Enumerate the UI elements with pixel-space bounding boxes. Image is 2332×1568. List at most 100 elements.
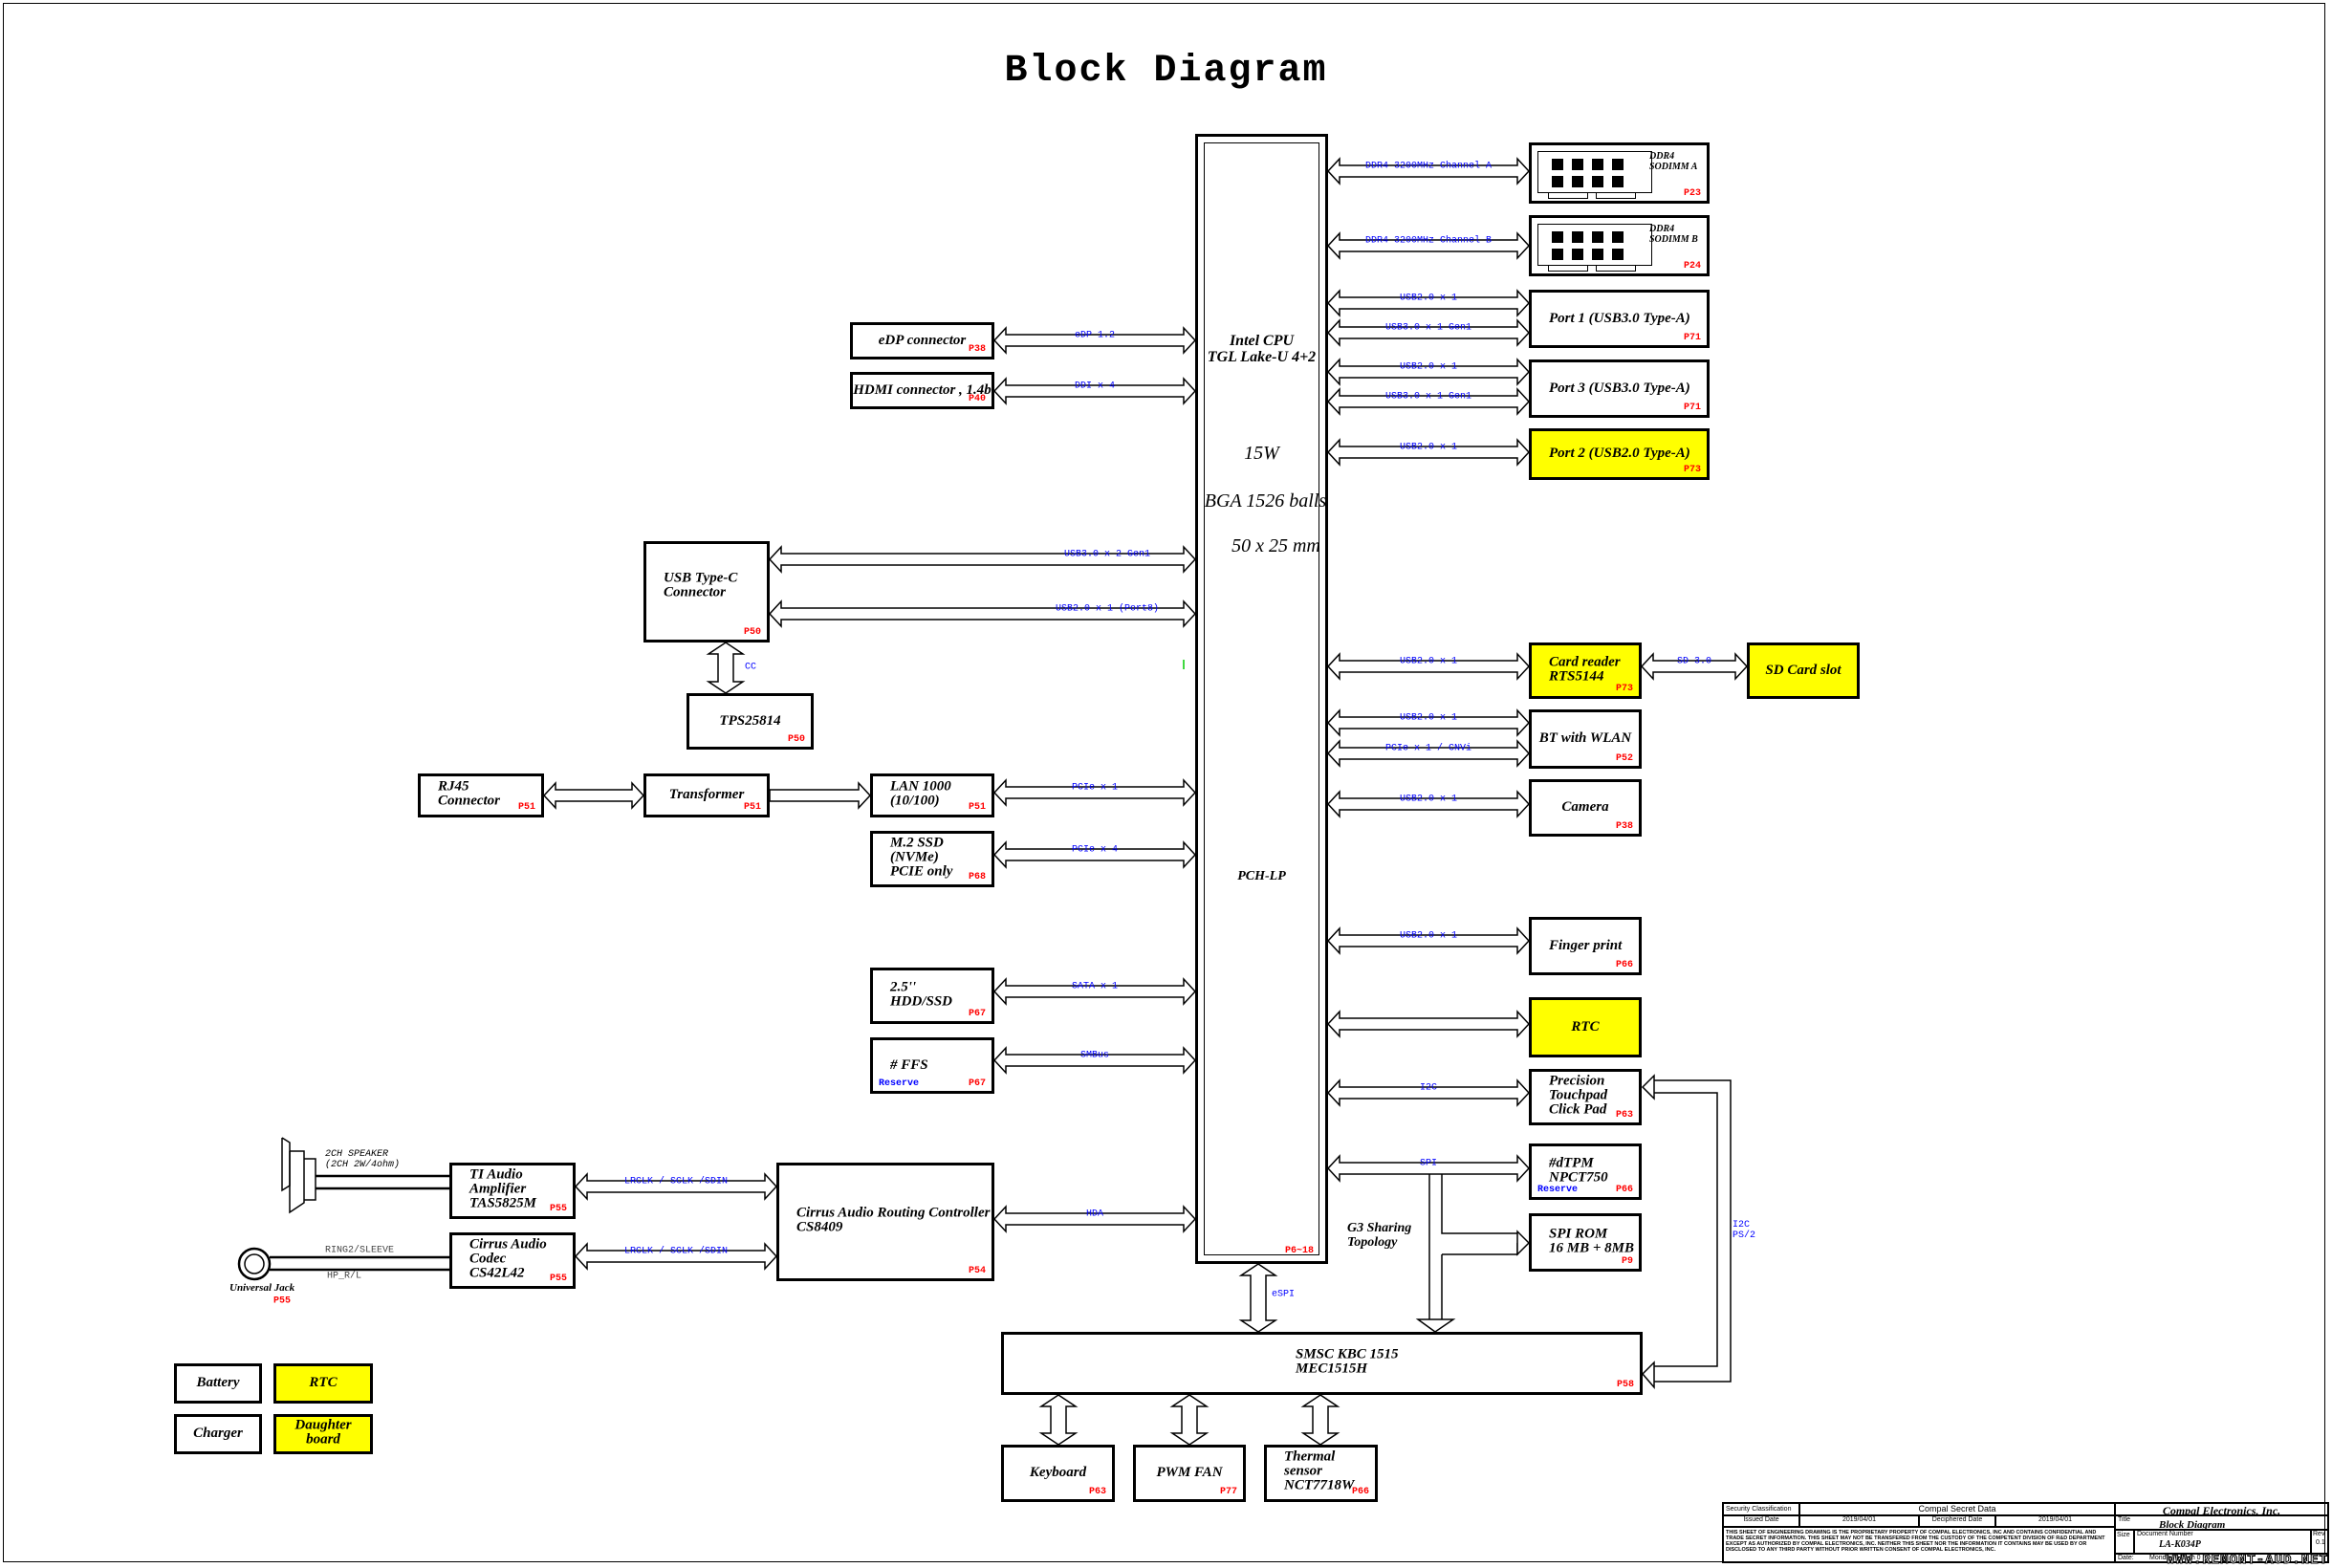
memory-module-icon: [1537, 224, 1652, 272]
speaker-spec-line: (2CH 2W/4ohm): [325, 1160, 401, 1170]
block-ddr-b[interactable]: DDR4 SODIMM B P24: [1529, 215, 1710, 276]
block-hdd[interactable]: 2.5'' HDD/SSD P67: [870, 968, 994, 1024]
block-rtc[interactable]: RTC: [1529, 997, 1642, 1057]
block-amp[interactable]: TI Audio Amplifier TAS5825M P55: [449, 1163, 576, 1219]
memory-chip: [1592, 176, 1603, 187]
block-spirom[interactable]: SPI ROM 16 MB + 8MB P9: [1529, 1213, 1642, 1272]
memory-chip: [1572, 249, 1583, 260]
i2c-ps2-loop-inner: [1654, 1092, 1718, 1367]
block-label-line: RTS5144: [1549, 668, 1604, 684]
block-ffs[interactable]: # FFS P67 Reserve: [870, 1037, 994, 1094]
block-label-line: Cirrus Audio Routing Controller: [796, 1205, 991, 1221]
block-label: SD Card slot: [1750, 663, 1857, 677]
block-label-line: SODIMM B: [1649, 234, 1698, 245]
block-sd-slot[interactable]: SD Card slot: [1747, 642, 1860, 699]
block-label-line: HDD/SSD: [890, 993, 953, 1009]
page-ref: P51: [517, 802, 535, 813]
rev-cell: Rev 0.1: [2311, 1530, 2328, 1554]
block-lan[interactable]: LAN 1000 (10/100) P51: [870, 773, 994, 817]
block-tps[interactable]: TPS25814 P50: [687, 693, 814, 750]
document-number: LA-K034P: [2159, 1539, 2201, 1550]
block-label-line: USB Type-C: [664, 570, 738, 586]
signal-label: SMBus: [1079, 1050, 1110, 1061]
block-edp[interactable]: eDP connector P38: [850, 322, 994, 359]
block-label-line: RJ45: [438, 778, 469, 795]
page-ref: P66: [1615, 960, 1633, 970]
block-port1[interactable]: Port 1 (USB3.0 Type-A) P71: [1529, 290, 1710, 348]
cpu-page-ref: P6~18: [1284, 1246, 1314, 1256]
block-label-line: SD Card slot: [1765, 662, 1842, 678]
block-kbc[interactable]: SMSC KBC 1515 MEC1515H P58: [1001, 1332, 1643, 1395]
page-ref: P73: [1615, 684, 1633, 694]
signal-label: USB2.0 x 1: [1399, 361, 1458, 373]
block-label-line: Card reader: [1549, 654, 1621, 669]
page-ref: P50: [743, 627, 761, 638]
block-label: #dTPM NPCT750: [1532, 1156, 1639, 1185]
block-thermal[interactable]: Thermal sensor NCT7718W P66: [1264, 1445, 1378, 1502]
block-label: RTC: [1532, 1019, 1639, 1034]
block-label: Battery: [177, 1375, 259, 1390]
page-ref: P71: [1683, 333, 1701, 343]
block-label: SPI ROM 16 MB + 8MB: [1532, 1227, 1639, 1255]
title-value: Block Diagram: [2159, 1519, 2226, 1530]
block-bt-wlan[interactable]: BT with WLAN P52: [1529, 709, 1642, 769]
memory-chip: [1612, 176, 1624, 187]
reserve-note: Reserve: [879, 1078, 920, 1089]
block-label-line: NPCT750: [1549, 1169, 1608, 1185]
signal-label: I2C: [1419, 1082, 1438, 1094]
block-leg-battery[interactable]: Battery: [174, 1363, 262, 1404]
kbc-peripheral-arrow: [1300, 1394, 1340, 1446]
block-ddr-a[interactable]: DDR4 SODIMM A P23: [1529, 142, 1710, 204]
block-card-reader[interactable]: Card reader RTS5144 P73: [1529, 642, 1642, 699]
spi-branch-line: [1441, 1174, 1517, 1234]
universal-jack-page: P55: [272, 1296, 292, 1307]
security-value: Compal Secret Data: [1799, 1503, 2115, 1515]
block-dtpm[interactable]: #dTPM NPCT750 P66 Reserve: [1529, 1143, 1642, 1200]
memory-chip: [1592, 231, 1603, 243]
block-camera[interactable]: Camera P38: [1529, 779, 1642, 837]
cpu-model: TGL Lake-U 4+2: [1207, 349, 1317, 365]
deciphered-label: Deciphered Date: [1919, 1515, 1995, 1527]
page-ref: P68: [968, 872, 986, 882]
block-label-line: CS8409: [796, 1219, 843, 1235]
block-usbc[interactable]: USB Type-C Connector P50: [643, 541, 770, 642]
block-transformer[interactable]: Transformer P51: [643, 773, 770, 817]
cpu-block[interactable]: Intel CPU TGL Lake-U 4+2 15W BGA 1526 ba…: [1195, 134, 1328, 1264]
speaker-icon: [289, 1150, 305, 1214]
block-leg-rtc[interactable]: RTC: [273, 1363, 373, 1404]
block-router[interactable]: Cirrus Audio Routing Controller CS8409 P54: [776, 1163, 994, 1281]
block-fan[interactable]: PWM FAN P77: [1133, 1445, 1246, 1502]
signal-label: eSPI: [1271, 1289, 1296, 1300]
block-label: DDR4 SODIMM B: [1649, 224, 1703, 245]
block-label: Card reader RTS5144: [1532, 655, 1639, 684]
block-label: TPS25814: [689, 713, 811, 728]
page-ref: P23: [1683, 188, 1701, 199]
audio-jack-icon: [244, 1253, 265, 1274]
block-port3[interactable]: Port 3 (USB3.0 Type-A) P71: [1529, 359, 1710, 418]
block-leg-daughter[interactable]: Daughter board: [273, 1414, 373, 1454]
page-ref: P67: [968, 1078, 986, 1089]
page-ref: P50: [787, 734, 805, 745]
document-label: Document Number: [2137, 1531, 2193, 1537]
block-label: BT with WLAN: [1532, 730, 1639, 746]
block-finger[interactable]: Finger print P66: [1529, 917, 1642, 975]
rev-value: 0.1: [2316, 1539, 2325, 1546]
block-label-line: Daughter board: [294, 1417, 352, 1448]
block-label: Port 3 (USB3.0 Type-A): [1532, 381, 1707, 395]
page-ref: P52: [1615, 753, 1633, 764]
block-leg-charger[interactable]: Charger: [174, 1414, 262, 1454]
block-port2[interactable]: Port 2 (USB2.0 Type-A) P73: [1529, 428, 1710, 480]
signal-label: USB2.0 x 1: [1399, 656, 1458, 667]
kbc-peripheral-arrow: [1038, 1394, 1079, 1446]
block-label-line: Touchpad: [1549, 1086, 1608, 1102]
block-label-line: # FFS: [890, 1056, 928, 1073]
block-codec[interactable]: Cirrus Audio Codec CS42L42 P55: [449, 1232, 576, 1289]
block-rj45[interactable]: RJ45 Connector P51: [418, 773, 544, 817]
block-label-line: Keyboard: [1029, 1464, 1087, 1480]
block-label: USB Type-C Connector: [646, 570, 767, 600]
block-m2[interactable]: M.2 SSD (NVMe) PCIE only P68: [870, 831, 994, 887]
cpu-size: 50 x 25 mm: [1231, 535, 1320, 556]
block-hdmi[interactable]: HDMI connector , 1.4b P40: [850, 372, 994, 409]
block-keyboard[interactable]: Keyboard P63: [1001, 1445, 1115, 1502]
block-touchpad[interactable]: Precision Touchpad Click Pad P63: [1529, 1069, 1642, 1125]
